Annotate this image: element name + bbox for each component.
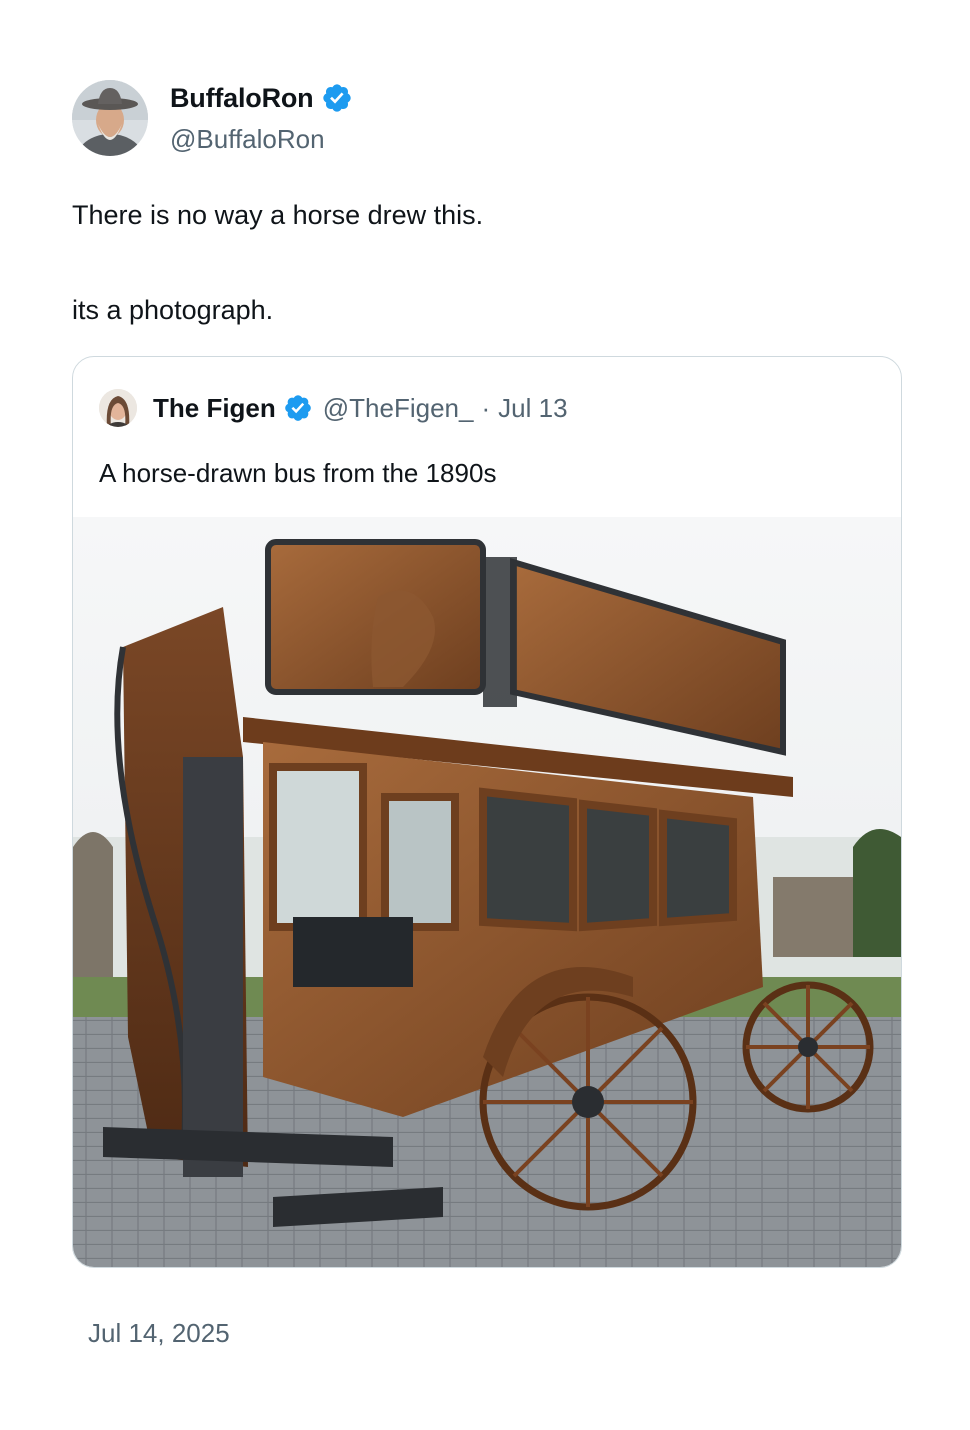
author-avatar[interactable] bbox=[72, 80, 148, 156]
quoted-date[interactable]: Jul 13 bbox=[498, 393, 567, 424]
author-handle[interactable]: @BuffaloRon bbox=[170, 124, 325, 155]
verified-badge-icon bbox=[323, 84, 352, 112]
quoted-tweet-header: The Figen @TheFigen_ · Jul 13 bbox=[99, 389, 568, 427]
author-name-row: BuffaloRon bbox=[170, 80, 353, 116]
tweet-timestamp[interactable]: Jul 14, 2025 bbox=[88, 1318, 230, 1349]
author-display-name[interactable]: BuffaloRon bbox=[170, 83, 314, 114]
quoted-verified-badge-icon bbox=[284, 395, 311, 421]
quoted-author-handle[interactable]: @TheFigen_ bbox=[323, 393, 474, 424]
quoted-tweet[interactable]: The Figen @TheFigen_ · Jul 13 A horse-dr… bbox=[72, 356, 902, 1268]
quoted-author-avatar[interactable] bbox=[99, 389, 137, 427]
horse-drawn-bus-photo[interactable] bbox=[73, 517, 901, 1267]
quoted-separator: · bbox=[481, 392, 491, 423]
quoted-author-display-name[interactable]: The Figen bbox=[153, 393, 276, 424]
tweet-text-line-2: its a photograph. bbox=[72, 295, 274, 325]
tweet-text: There is no way a horse drew this. its a… bbox=[72, 196, 483, 329]
tweet-card: BuffaloRon @BuffaloRon There is no way a… bbox=[0, 0, 970, 1430]
quoted-tweet-text: A horse-drawn bus from the 1890s bbox=[99, 458, 497, 488]
tweet-text-line-1: There is no way a horse drew this. bbox=[72, 200, 484, 230]
